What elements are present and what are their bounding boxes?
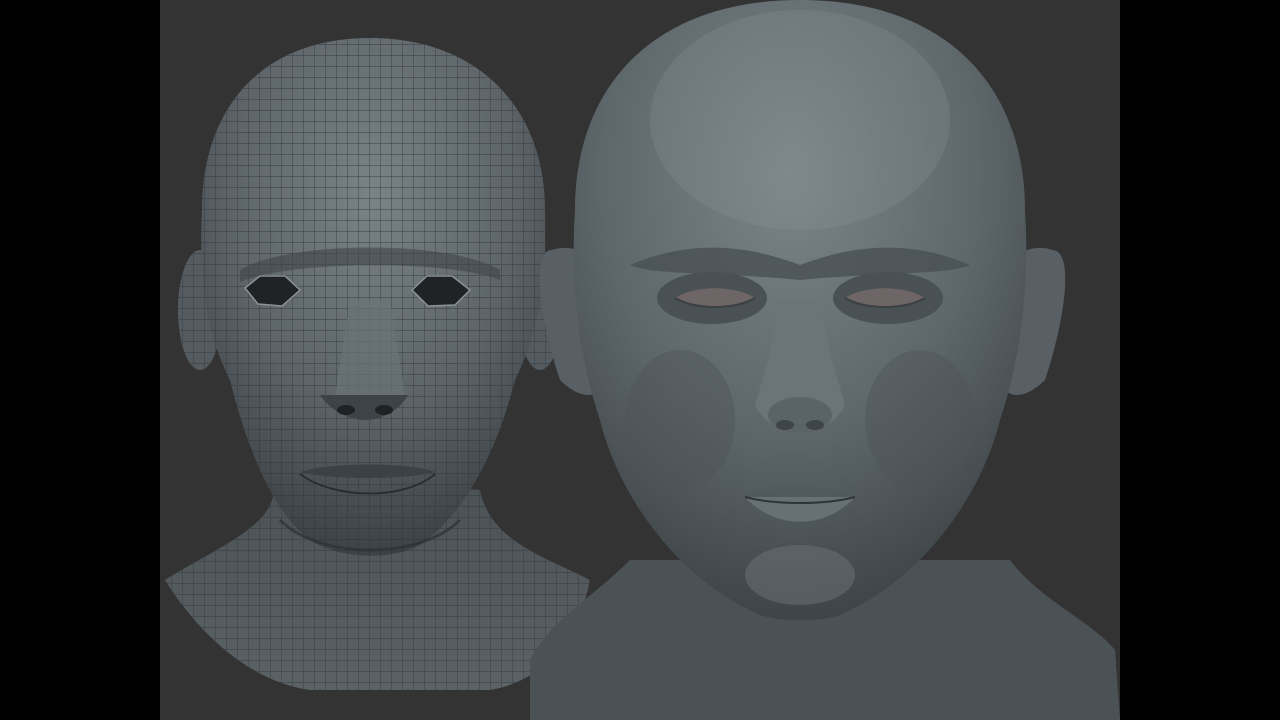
low-poly-wireframe-head: [165, 38, 590, 690]
letterbox-right: [1120, 0, 1280, 720]
letterbox-left: [0, 0, 160, 720]
render-canvas: [165, 0, 1120, 720]
high-poly-sculpted-head: [530, 0, 1120, 720]
viewport: [160, 0, 1120, 720]
